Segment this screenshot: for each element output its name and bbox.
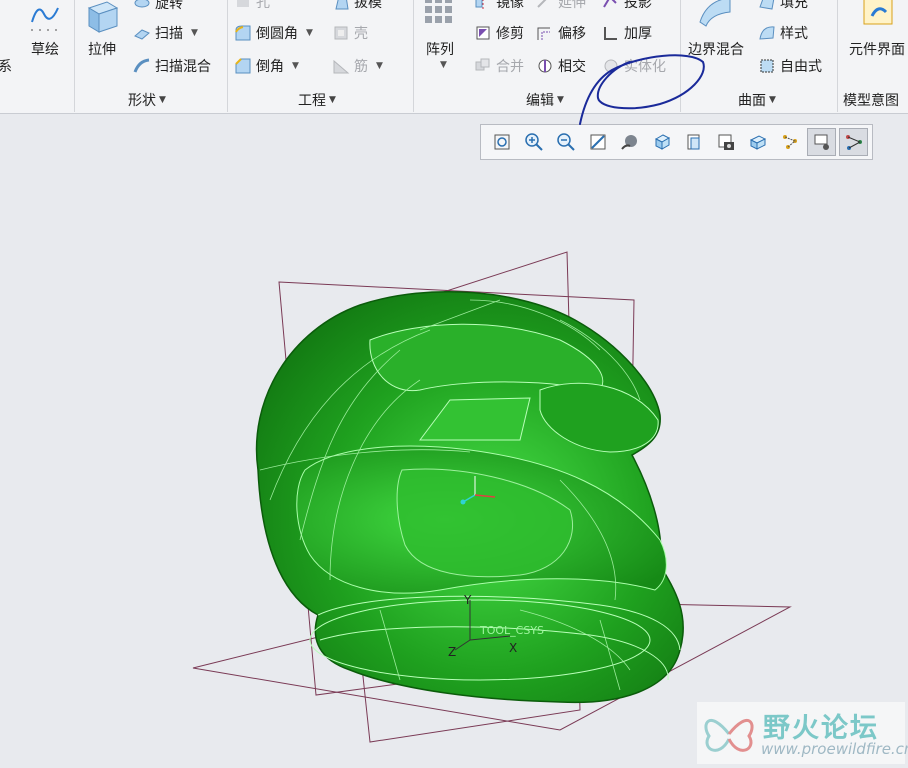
- x-axis-label: X: [509, 641, 517, 655]
- forum-watermark: 野火论坛 www.proewildfire.cn: [697, 702, 908, 764]
- watermark-url: www.proewildfire.cn: [761, 740, 908, 758]
- model-canvas[interactable]: Y X Z TOOL_CSYS: [0, 160, 908, 768]
- butterfly-logo-icon: [704, 719, 754, 752]
- graphics-viewport[interactable]: Y X Z TOOL_CSYS: [0, 160, 908, 768]
- helmet-model[interactable]: [255, 290, 684, 704]
- z-axis-label: Z: [448, 645, 456, 659]
- ink-circle-stroke: [579, 54, 705, 125]
- csys-label: TOOL_CSYS: [479, 624, 544, 637]
- y-axis-label: Y: [463, 593, 472, 607]
